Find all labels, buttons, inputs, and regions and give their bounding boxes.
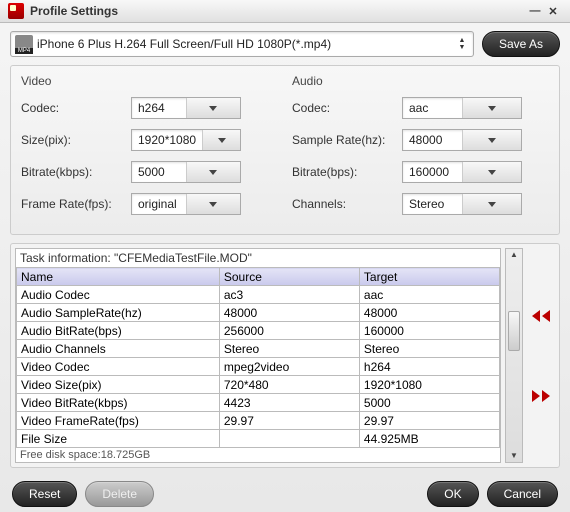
next-button[interactable] [529, 386, 553, 406]
chevron-down-icon [462, 162, 522, 182]
cell-target: 48000 [359, 304, 499, 322]
video-bitrate-label: Bitrate(kbps): [21, 165, 131, 179]
cell-target: 44.925MB [359, 430, 499, 448]
profile-settings-window: Profile Settings — ✕ iPhone 6 Plus H.264… [0, 0, 570, 512]
audio-codec-select[interactable]: aac [402, 97, 522, 119]
cell-name: File Size [17, 430, 220, 448]
table-row[interactable]: Video FrameRate(fps)29.9729.97 [17, 412, 500, 430]
table-row[interactable]: Audio SampleRate(hz)4800048000 [17, 304, 500, 322]
chevron-down-icon [186, 98, 241, 118]
cell-source [219, 430, 359, 448]
video-header: Video [21, 74, 278, 88]
video-column: Video Codec: h264 Size(pix): 1920*1080 B… [21, 74, 278, 224]
settings-panel: Video Codec: h264 Size(pix): 1920*1080 B… [10, 65, 560, 235]
video-size-label: Size(pix): [21, 133, 131, 147]
titlebar: Profile Settings — ✕ [0, 0, 570, 23]
video-bitrate-select[interactable]: 5000 [131, 161, 241, 183]
chevron-down-icon [202, 130, 240, 150]
audio-column: Audio Codec: aac Sample Rate(hz): 48000 … [292, 74, 549, 224]
audio-ch-select[interactable]: Stereo [402, 193, 522, 215]
cell-name: Audio Codec [17, 286, 220, 304]
app-icon [8, 3, 24, 19]
content: iPhone 6 Plus H.264 Full Screen/Full HD … [0, 23, 570, 476]
cell-name: Audio Channels [17, 340, 220, 358]
scroll-down-icon[interactable]: ▼ [510, 450, 518, 462]
task-inner: Task information: "CFEMediaTestFile.MOD"… [15, 248, 501, 463]
cell-name: Video FrameRate(fps) [17, 412, 220, 430]
audio-sr-label: Sample Rate(hz): [292, 133, 402, 147]
minimize-button[interactable]: — [526, 2, 544, 20]
table-row[interactable]: Video Size(pix)720*4801920*1080 [17, 376, 500, 394]
save-as-button[interactable]: Save As [482, 31, 560, 57]
cancel-button[interactable]: Cancel [487, 481, 558, 507]
cell-target: h264 [359, 358, 499, 376]
table-row[interactable]: File Size 44.925MB [17, 430, 500, 448]
audio-sr-select[interactable]: 48000 [402, 129, 522, 151]
mp4-icon [15, 35, 33, 53]
th-source[interactable]: Source [219, 268, 359, 286]
cell-source: 48000 [219, 304, 359, 322]
cell-source: Stereo [219, 340, 359, 358]
video-fps-label: Frame Rate(fps): [21, 197, 131, 211]
table-row[interactable]: Audio BitRate(bps)256000160000 [17, 322, 500, 340]
scroll-track[interactable] [506, 261, 522, 450]
cell-target: 5000 [359, 394, 499, 412]
cell-name: Video BitRate(kbps) [17, 394, 220, 412]
audio-header: Audio [292, 74, 549, 88]
reset-button[interactable]: Reset [12, 481, 77, 507]
cell-name: Video Codec [17, 358, 220, 376]
audio-codec-label: Codec: [292, 101, 402, 115]
video-size-select[interactable]: 1920*1080 [131, 129, 241, 151]
chevron-down-icon [186, 162, 241, 182]
profile-text: iPhone 6 Plus H.264 Full Screen/Full HD … [37, 37, 455, 51]
ok-button[interactable]: OK [427, 481, 478, 507]
cell-source: 4423 [219, 394, 359, 412]
scroll-thumb[interactable] [508, 311, 520, 351]
table-row[interactable]: Audio ChannelsStereoStereo [17, 340, 500, 358]
scroll-up-icon[interactable]: ▲ [510, 249, 518, 261]
task-table: Name Source Target Audio Codecac3aacAudi… [16, 267, 500, 448]
chevron-down-icon [462, 130, 522, 150]
video-codec-label: Codec: [21, 101, 131, 115]
chevron-down-icon [186, 194, 241, 214]
cell-source: 256000 [219, 322, 359, 340]
free-disk-label: Free disk space:18.725GB [16, 448, 500, 462]
chevron-down-icon [462, 194, 522, 214]
cell-target: Stereo [359, 340, 499, 358]
audio-ch-label: Channels: [292, 197, 402, 211]
table-row[interactable]: Audio Codecac3aac [17, 286, 500, 304]
table-row[interactable]: Video BitRate(kbps)44235000 [17, 394, 500, 412]
video-fps-select[interactable]: original [131, 193, 241, 215]
cell-source: 29.97 [219, 412, 359, 430]
cell-target: 160000 [359, 322, 499, 340]
table-row[interactable]: Video Codecmpeg2videoh264 [17, 358, 500, 376]
cell-target: 29.97 [359, 412, 499, 430]
task-panel: Task information: "CFEMediaTestFile.MOD"… [10, 243, 560, 468]
cell-target: 1920*1080 [359, 376, 499, 394]
cell-name: Audio SampleRate(hz) [17, 304, 220, 322]
profile-stepper[interactable]: ▲▼ [455, 37, 469, 51]
window-title: Profile Settings [30, 4, 526, 18]
profile-select[interactable]: iPhone 6 Plus H.264 Full Screen/Full HD … [10, 31, 474, 57]
footer: Reset Delete OK Cancel [0, 476, 570, 512]
video-codec-select[interactable]: h264 [131, 97, 241, 119]
delete-button[interactable]: Delete [85, 481, 154, 507]
cell-source: ac3 [219, 286, 359, 304]
cell-name: Audio BitRate(bps) [17, 322, 220, 340]
nav-column [527, 248, 555, 463]
prev-button[interactable] [529, 306, 553, 326]
audio-bitrate-select[interactable]: 160000 [402, 161, 522, 183]
cell-name: Video Size(pix) [17, 376, 220, 394]
top-row: iPhone 6 Plus H.264 Full Screen/Full HD … [10, 31, 560, 57]
audio-bitrate-label: Bitrate(bps): [292, 165, 402, 179]
task-info: Task information: "CFEMediaTestFile.MOD" [16, 249, 500, 267]
chevron-down-icon [462, 98, 522, 118]
cell-target: aac [359, 286, 499, 304]
cell-source: 720*480 [219, 376, 359, 394]
close-button[interactable]: ✕ [544, 2, 562, 20]
cell-source: mpeg2video [219, 358, 359, 376]
th-name[interactable]: Name [17, 268, 220, 286]
th-target[interactable]: Target [359, 268, 499, 286]
scrollbar[interactable]: ▲ ▼ [505, 248, 523, 463]
